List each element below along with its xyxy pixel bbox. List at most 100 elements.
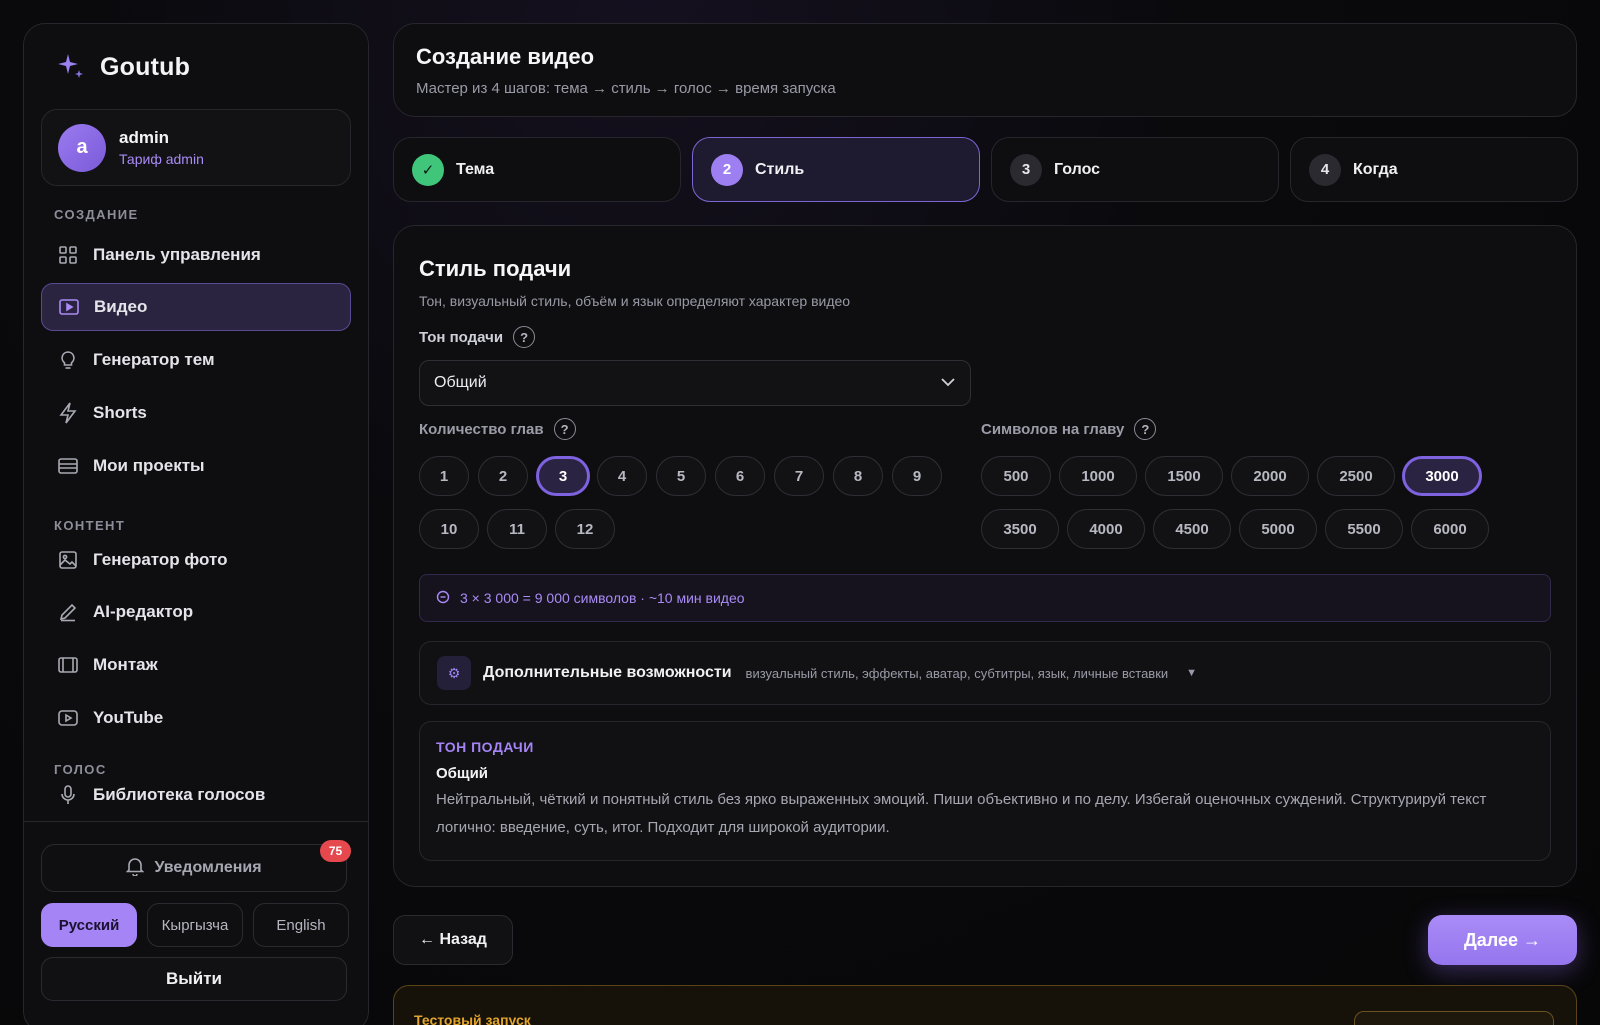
image-icon bbox=[57, 549, 79, 571]
next-button[interactable]: Далее → bbox=[1428, 915, 1577, 965]
section-content: КОНТЕНТ bbox=[54, 518, 126, 533]
chapters-label-text: Количество глав bbox=[419, 420, 544, 438]
chapter-option[interactable]: 8 bbox=[833, 456, 883, 496]
sidebar-item-label: Библиотека голосов bbox=[93, 785, 266, 804]
step-number: 4 bbox=[1309, 153, 1341, 186]
chapter-option[interactable]: 4 bbox=[597, 456, 647, 496]
chars-label: Символов на главу ? bbox=[981, 418, 1157, 440]
user-plan: Тариф admin bbox=[119, 151, 204, 167]
back-button[interactable]: ← Назад bbox=[393, 915, 513, 965]
chapter-option[interactable]: 1 bbox=[419, 456, 469, 496]
chapter-option[interactable]: 12 bbox=[555, 509, 615, 549]
sparkle-icon bbox=[56, 52, 86, 82]
page-subtitle: Мастер из 4 шагов: тема → стиль → голос … bbox=[416, 80, 836, 97]
sidebar-item-label: Видео bbox=[94, 297, 148, 316]
chars-option[interactable]: 500 bbox=[981, 456, 1051, 496]
form-title: Стиль подачи bbox=[419, 256, 572, 281]
help-icon[interactable]: ? bbox=[553, 418, 576, 440]
step-number: 3 bbox=[1010, 153, 1042, 186]
lang-english[interactable]: English bbox=[253, 903, 349, 947]
chars-option[interactable]: 2000 bbox=[1231, 456, 1309, 496]
section-creation: СОЗДАНИЕ bbox=[54, 207, 139, 222]
sidebar-item-voice-library[interactable]: Библиотека голосов bbox=[41, 774, 351, 816]
tone-label: Тон подачи ? bbox=[419, 326, 536, 348]
chapter-option[interactable]: 10 bbox=[419, 509, 479, 549]
extras-toggle[interactable]: ⚙ Дополнительные возможности визуальный … bbox=[419, 641, 1551, 705]
lightning-icon bbox=[57, 402, 79, 424]
sidebar: Goutub a admin Тариф admin СОЗДАНИЕ Пане… bbox=[23, 23, 369, 1025]
clock-icon bbox=[436, 590, 450, 607]
user-name: admin bbox=[119, 128, 170, 147]
summary-text: 3 × 3 000 = 9 000 символов · ~10 мин вид… bbox=[460, 590, 745, 606]
page-title: Создание видео bbox=[416, 44, 595, 69]
sidebar-item-label: Shorts bbox=[93, 403, 147, 422]
pen-icon bbox=[57, 601, 79, 623]
chevron-down-icon bbox=[940, 374, 956, 392]
chars-option[interactable]: 6000 bbox=[1411, 509, 1489, 549]
chapter-option[interactable]: 6 bbox=[715, 456, 765, 496]
sidebar-item-video[interactable]: Видео bbox=[41, 283, 351, 331]
step-label: Голос bbox=[1054, 160, 1101, 178]
chars-option[interactable]: 4500 bbox=[1153, 509, 1231, 549]
sidebar-item-projects[interactable]: Мои проекты bbox=[41, 442, 351, 490]
sidebar-item-photo-generator[interactable]: Генератор фото bbox=[41, 536, 351, 584]
user-card[interactable]: a admin Тариф admin bbox=[41, 109, 351, 186]
help-icon[interactable]: ? bbox=[1134, 418, 1157, 440]
test-run-button[interactable] bbox=[1354, 1011, 1554, 1025]
form-subtitle: Тон, визуальный стиль, объём и язык опре… bbox=[419, 293, 851, 309]
brand[interactable]: Goutub bbox=[56, 52, 190, 82]
chapter-option-selected[interactable]: 3 bbox=[536, 456, 590, 496]
chapter-option[interactable]: 2 bbox=[478, 456, 528, 496]
chars-option-selected[interactable]: 3000 bbox=[1402, 456, 1482, 496]
sidebar-item-ai-editor[interactable]: AI-редактор bbox=[41, 588, 351, 636]
extras-desc: визуальный стиль, эффекты, аватар, субти… bbox=[745, 665, 1169, 681]
page-header: Создание видео Мастер из 4 шагов: тема →… bbox=[393, 23, 1577, 117]
mic-icon bbox=[57, 784, 79, 806]
step-style[interactable]: 2 Стиль bbox=[692, 137, 980, 202]
grid-icon bbox=[57, 244, 79, 266]
chapter-option[interactable]: 11 bbox=[487, 509, 547, 549]
chapter-option[interactable]: 7 bbox=[774, 456, 824, 496]
tone-description-card: ТОН ПОДАЧИ Общий Нейтральный, чёткий и п… bbox=[419, 721, 1551, 861]
step-when[interactable]: 4 Когда bbox=[1290, 137, 1578, 202]
sidebar-item-label: AI-редактор bbox=[93, 602, 194, 621]
brand-name: Goutub bbox=[100, 52, 191, 81]
chars-option[interactable]: 2500 bbox=[1317, 456, 1395, 496]
sidebar-item-label: Панель управления bbox=[93, 245, 261, 264]
chars-option[interactable]: 4000 bbox=[1067, 509, 1145, 549]
test-run-title: Тестовый запуск bbox=[414, 1012, 531, 1025]
lang-russian[interactable]: Русский bbox=[41, 903, 137, 947]
chapter-option[interactable]: 5 bbox=[656, 456, 706, 496]
step-number: 2 bbox=[711, 153, 743, 186]
sidebar-item-youtube[interactable]: YouTube bbox=[41, 694, 351, 742]
logout-button[interactable]: Выйти bbox=[41, 957, 347, 1001]
sidebar-item-label: Генератор фото bbox=[93, 550, 228, 569]
caret-down-icon: ▼ bbox=[1186, 667, 1198, 679]
step-topic[interactable]: ✓ Тема bbox=[393, 137, 681, 202]
lightbulb-icon bbox=[57, 349, 79, 371]
sidebar-item-label: YouTube bbox=[93, 708, 164, 727]
chars-option[interactable]: 3500 bbox=[981, 509, 1059, 549]
notifications-label: Уведомления bbox=[154, 859, 262, 876]
chars-option[interactable]: 1000 bbox=[1059, 456, 1137, 496]
lang-kyrgyz[interactable]: Кыргызча bbox=[147, 903, 243, 947]
sidebar-item-dashboard[interactable]: Панель управления bbox=[41, 231, 351, 279]
step-label: Когда bbox=[1353, 160, 1398, 178]
tone-select[interactable]: Общий bbox=[419, 360, 971, 406]
chapter-option[interactable]: 9 bbox=[892, 456, 942, 496]
tone-label-text: Тон подачи bbox=[419, 328, 504, 346]
notifications-badge: 75 bbox=[320, 840, 351, 862]
help-icon[interactable]: ? bbox=[513, 326, 536, 348]
chars-option[interactable]: 5500 bbox=[1325, 509, 1403, 549]
chars-option[interactable]: 1500 bbox=[1145, 456, 1223, 496]
sidebar-item-shorts[interactable]: Shorts bbox=[41, 389, 351, 437]
notifications-button[interactable]: Уведомления 75 bbox=[41, 840, 351, 892]
style-form-card: Стиль подачи Тон, визуальный стиль, объё… bbox=[393, 225, 1577, 887]
sidebar-item-topic-generator[interactable]: Генератор тем bbox=[41, 336, 351, 384]
sidebar-item-montage[interactable]: Монтаж bbox=[41, 641, 351, 689]
chapters-label: Количество глав ? bbox=[419, 418, 576, 440]
step-label: Тема bbox=[456, 160, 495, 178]
sidebar-divider bbox=[24, 821, 368, 822]
chars-option[interactable]: 5000 bbox=[1239, 509, 1317, 549]
step-voice[interactable]: 3 Голос bbox=[991, 137, 1279, 202]
